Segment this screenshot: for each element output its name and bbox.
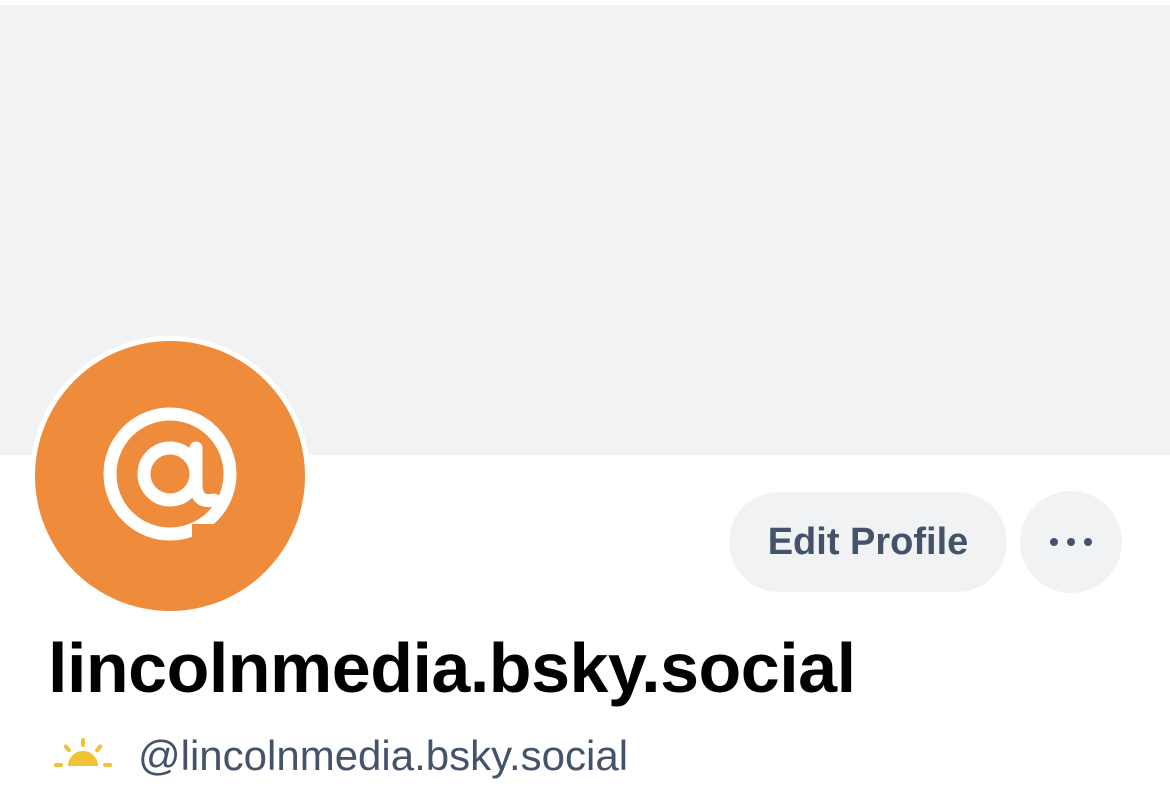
profile-display-name: lincolnmedia.bsky.social: [48, 629, 856, 707]
profile-page: Edit Profile lincolnmedia.bsky.social @l…: [0, 0, 1170, 793]
edit-profile-button[interactable]: Edit Profile: [729, 492, 1007, 592]
more-options-button[interactable]: [1020, 491, 1122, 593]
profile-handle: @lincolnmedia.bsky.social: [138, 732, 629, 779]
more-options-icon: [1049, 535, 1093, 550]
avatar-image: [35, 341, 305, 611]
avatar[interactable]: [30, 336, 310, 616]
handle-row: @lincolnmedia.bsky.social: [52, 728, 628, 784]
sunrise-icon: [52, 736, 114, 777]
at-sign-icon: [100, 404, 240, 549]
